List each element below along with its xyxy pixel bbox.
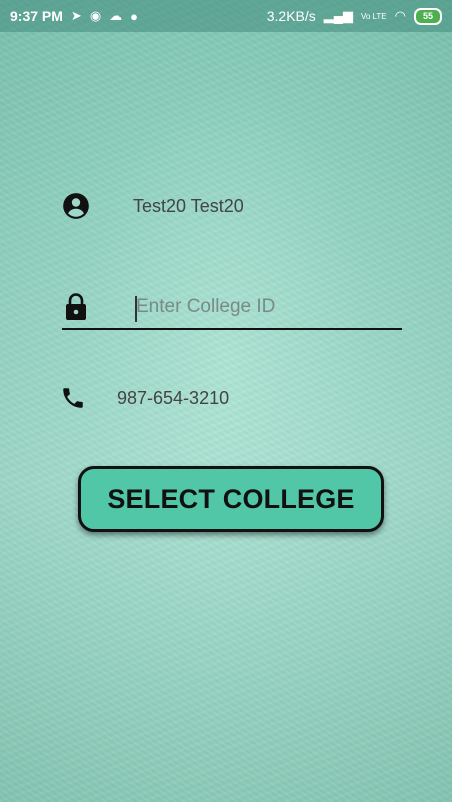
- select-college-button[interactable]: SELECT COLLEGE: [78, 466, 384, 532]
- network-speed: 3.2KB/s: [266, 8, 316, 24]
- college-id-field[interactable]: [62, 288, 402, 330]
- volte-icon: Vo LTE: [361, 11, 387, 21]
- phone-icon: [63, 388, 83, 408]
- account-circle-icon: [63, 193, 89, 219]
- chat-icon: ◉: [89, 8, 102, 23]
- user-name: Test20 Test20: [133, 196, 244, 216]
- phone-number: 987-654-3210: [117, 388, 230, 408]
- status-time: 9:37 PM: [10, 8, 63, 24]
- college-id-input[interactable]: [136, 290, 386, 324]
- signal-icon: ▂▄▆: [323, 8, 353, 23]
- wifi-icon: ◠: [394, 8, 406, 23]
- notification-icon: ➤: [70, 8, 82, 23]
- android-icon: ●: [130, 8, 139, 24]
- cloud-icon: ☁: [109, 8, 123, 23]
- status-bar: 9:37 PM ➤ ◉ ☁ ● 3.2KB/s ▂▄▆ Vo LTE ◠ 55: [0, 0, 452, 32]
- battery-icon: 55: [414, 7, 442, 25]
